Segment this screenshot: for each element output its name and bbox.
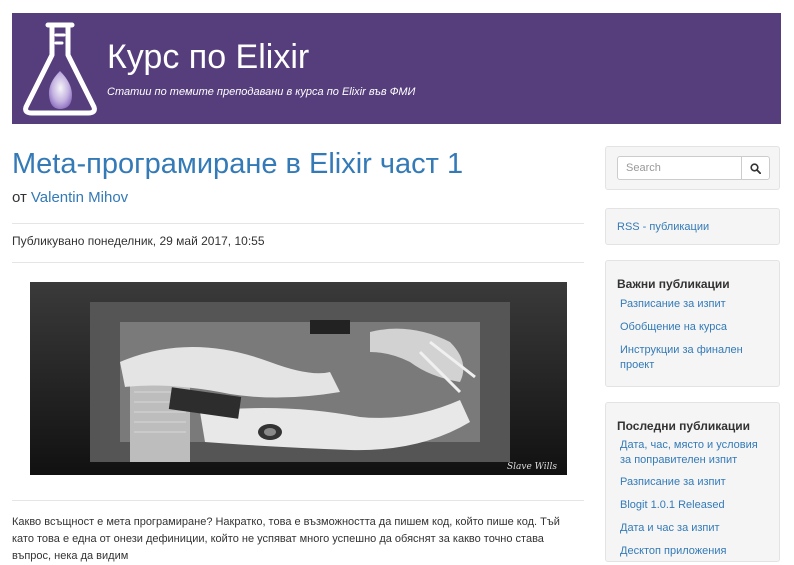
widget-title: Последни публикации [617, 419, 751, 433]
image-signature: Slave Wills [506, 462, 557, 472]
post-link[interactable]: Дата и час за изпит [620, 522, 720, 534]
post-title[interactable]: Meta-програмиране в Elixir част 1 [12, 146, 463, 182]
site-title[interactable]: Курс по Elixir [107, 37, 309, 77]
divider [12, 262, 584, 263]
byline: от Valentin Mihov [12, 189, 128, 206]
author-link[interactable]: Valentin Mihov [31, 189, 128, 206]
list-item: Разписание за изпит [620, 475, 770, 490]
published-date: Публикувано понеделник, 29 май 2017, 10:… [12, 234, 265, 248]
rss-widget: RSS - публикации [605, 208, 780, 245]
post-link[interactable]: Десктоп приложения [620, 545, 726, 557]
divider [12, 223, 584, 224]
site-header: Курс по Elixir Статии по темите преподав… [12, 13, 781, 124]
post-link[interactable]: Разписание за изпит [620, 476, 726, 488]
search-button[interactable] [741, 156, 770, 180]
important-posts-widget: Важни публикации Разписание за изпит Обо… [605, 260, 780, 387]
widget-title: Важни публикации [617, 277, 730, 291]
list-item: Разписание за изпит [620, 297, 770, 312]
list-item: Blogit 1.0.1 Released [620, 498, 770, 513]
list-item: Обобщение на курса [620, 320, 770, 335]
rss-link[interactable]: RSS - публикации [617, 221, 709, 233]
recent-posts-widget: Последни публикации Дата, час, място и у… [605, 402, 780, 562]
search-widget [605, 146, 780, 190]
post-link[interactable]: Инструкции за финален проект [620, 344, 743, 371]
post-link[interactable]: Дата, час, място и условия за поправител… [620, 439, 758, 466]
search-icon [750, 162, 761, 174]
post-link[interactable]: Разписание за изпит [620, 298, 726, 310]
search-input[interactable] [617, 156, 742, 180]
post-paragraph: Какво всъщност е мета програмиране? Накр… [12, 516, 560, 562]
list-item: Дата и час за изпит [620, 521, 770, 536]
divider [12, 500, 584, 501]
post-body: Какво всъщност е мета програмиране? Накр… [12, 514, 584, 565]
list-item: Десктоп приложения [620, 544, 770, 559]
post-image: Slave Wills [30, 282, 567, 475]
post-link[interactable]: Обобщение на курса [620, 321, 727, 333]
list-item: Дата, час, място и условия за поправител… [620, 438, 770, 468]
flask-icon [23, 22, 97, 116]
post-link[interactable]: Blogit 1.0.1 Released [620, 499, 725, 511]
list-item: Инструкции за финален проект [620, 343, 770, 373]
site-subtitle: Статии по темите преподавани в курса по … [107, 86, 416, 98]
byline-prefix: от [12, 189, 27, 206]
